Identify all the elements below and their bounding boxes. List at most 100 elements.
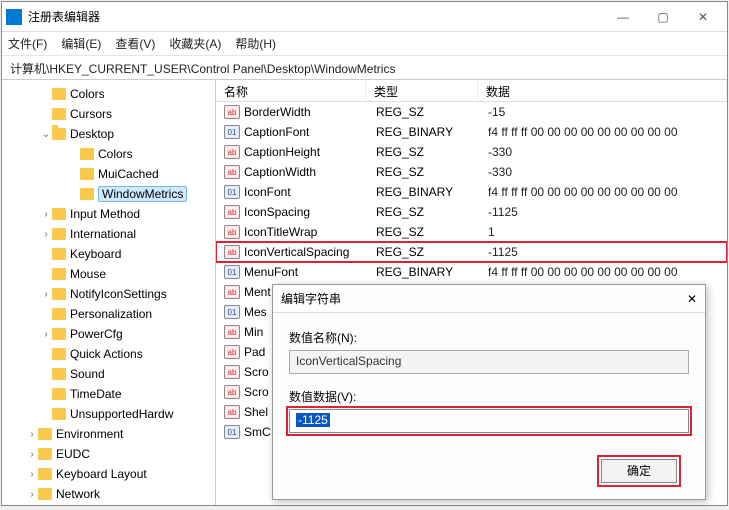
tree-item[interactable]: › Keyboard Layout: [2, 464, 215, 484]
expand-icon[interactable]: ›: [40, 229, 52, 240]
value-name-field: IconVerticalSpacing: [289, 350, 689, 374]
menu-item[interactable]: 编辑(E): [61, 35, 101, 52]
expand-icon[interactable]: ›: [40, 209, 52, 220]
value-row[interactable]: abIconTitleWrapREG_SZ1: [216, 222, 727, 242]
value-data: 1: [488, 225, 727, 239]
tree-label: Colors: [70, 87, 105, 101]
window-title: 注册表编辑器: [28, 8, 603, 25]
address-bar[interactable]: 计算机\HKEY_CURRENT_USER\Control Panel\Desk…: [2, 56, 727, 80]
tree-item[interactable]: Quick Actions: [2, 344, 215, 364]
expand-icon[interactable]: ›: [26, 429, 38, 440]
expand-icon[interactable]: ›: [40, 289, 52, 300]
expand-icon[interactable]: ›: [26, 489, 38, 500]
binary-icon: 01: [224, 185, 240, 199]
tree-item[interactable]: ›Input Method: [2, 204, 215, 224]
tree-item[interactable]: Mouse: [2, 264, 215, 284]
expand-icon[interactable]: ›: [26, 469, 38, 480]
tree-item[interactable]: Colors: [2, 84, 215, 104]
tree-item[interactable]: Personalization: [2, 304, 215, 324]
value-data: f4 ff ff ff 00 00 00 00 00 00 00 00 00: [488, 265, 727, 279]
col-data[interactable]: 数据: [478, 80, 727, 101]
value-row[interactable]: abBorderWidthREG_SZ-15: [216, 102, 727, 122]
col-name[interactable]: 名称: [216, 80, 366, 101]
dialog-close-icon[interactable]: ✕: [687, 292, 697, 306]
tree-item[interactable]: ›Environment: [2, 424, 215, 444]
value-data: -330: [488, 165, 727, 179]
folder-icon: [38, 448, 52, 460]
tree-item[interactable]: › International: [2, 224, 215, 244]
tree-item[interactable]: ›Network: [2, 484, 215, 504]
folder-icon: [52, 108, 66, 120]
col-type[interactable]: 类型: [366, 80, 478, 101]
value-type: REG_SZ: [376, 225, 488, 239]
tree-item[interactable]: UnsupportedHardw: [2, 404, 215, 424]
value-name: IconVerticalSpacing: [244, 245, 376, 259]
tree-label: TimeDate: [70, 387, 122, 401]
value-name: CaptionHeight: [244, 145, 376, 159]
value-row[interactable]: 01IconFontREG_BINARYf4 ff ff ff 00 00 00…: [216, 182, 727, 202]
value-data-label: 数值数据(V):: [289, 388, 689, 405]
tree-label: Keyboard Layout: [56, 467, 147, 481]
folder-icon: [52, 348, 66, 360]
tree-item[interactable]: WindowMetrics: [2, 184, 215, 204]
tree-label: EUDC: [56, 447, 90, 461]
value-name: CaptionFont: [244, 125, 376, 139]
menu-item[interactable]: 帮助(H): [235, 35, 276, 52]
value-data: -15: [488, 105, 727, 119]
value-type: REG_BINARY: [376, 125, 488, 139]
tree-label: Personalization: [70, 307, 152, 321]
value-type: REG_SZ: [376, 105, 488, 119]
value-type: REG_SZ: [376, 165, 488, 179]
tree-label: NotifyIconSettings: [70, 287, 167, 301]
tree-item[interactable]: Colors: [2, 144, 215, 164]
value-row[interactable]: abIconSpacingREG_SZ-1125: [216, 202, 727, 222]
expand-icon[interactable]: ›: [26, 449, 38, 460]
maximize-button[interactable]: ▢: [643, 3, 683, 31]
folder-icon: [52, 288, 66, 300]
value-data-input[interactable]: -1125: [289, 409, 689, 433]
tree-label: International: [70, 227, 136, 241]
tree-label: Cursors: [70, 107, 112, 121]
value-data: f4 ff ff ff 00 00 00 00 00 00 00 00 00: [488, 125, 727, 139]
tree-item[interactable]: › EUDC: [2, 444, 215, 464]
menu-item[interactable]: 文件(F): [8, 35, 47, 52]
value-row[interactable]: 01 CaptionFontREG_BINARYf4 ff ff ff 00 00…: [216, 122, 727, 142]
tree-label: MuiCached: [98, 167, 159, 181]
app-icon: [6, 9, 22, 25]
folder-icon: [80, 148, 94, 160]
tree-panel[interactable]: Colors Cursors ⌄Desktop Colors MuiCached Wind…: [2, 80, 216, 505]
string-icon: ab: [224, 365, 240, 379]
ok-button[interactable]: 确定: [601, 459, 677, 483]
string-icon: ab: [224, 385, 240, 399]
value-type: REG_SZ: [376, 245, 488, 259]
binary-icon: 01: [224, 125, 240, 139]
menu-item[interactable]: 收藏夹(A): [169, 35, 221, 52]
value-type: REG_BINARY: [376, 265, 488, 279]
close-button[interactable]: ✕: [683, 3, 723, 31]
minimize-button[interactable]: —: [603, 3, 643, 31]
tree-item[interactable]: ⌄Desktop: [2, 124, 215, 144]
list-header: 名称 类型 数据: [216, 80, 727, 102]
tree-label: Colors: [98, 147, 133, 161]
value-row[interactable]: 01MenuFontREG_BINARYf4 ff ff ff 00 00 00…: [216, 262, 727, 282]
menubar: 文件(F) 编辑(E) 查看(V) 收藏夹(A) 帮助(H): [2, 32, 727, 56]
tree-item[interactable]: MuiCached: [2, 164, 215, 184]
folder-icon: [38, 428, 52, 440]
value-row[interactable]: abCaptionWidthREG_SZ-330: [216, 162, 727, 182]
value-row[interactable]: abIconVerticalSpacingREG_SZ-1125: [216, 242, 727, 262]
tree-item[interactable]: Sound: [2, 364, 215, 384]
string-icon: ab: [224, 345, 240, 359]
edit-string-dialog: 编辑字符串 ✕ 数值名称(N): IconVerticalSpacing 数值数…: [272, 284, 706, 500]
menu-item[interactable]: 查看(V): [115, 35, 155, 52]
value-row[interactable]: abCaptionHeightREG_SZ-330: [216, 142, 727, 162]
tree-label: PowerCfg: [70, 327, 123, 341]
tree-item[interactable]: Cursors: [2, 104, 215, 124]
tree-item[interactable]: › NotifyIconSettings: [2, 284, 215, 304]
tree-item[interactable]: › PowerCfg: [2, 324, 215, 344]
tree-item[interactable]: Keyboard: [2, 244, 215, 264]
value-name: IconSpacing: [244, 205, 376, 219]
folder-icon: [52, 208, 66, 220]
expand-icon[interactable]: ›: [40, 329, 52, 340]
tree-item[interactable]: TimeDate: [2, 384, 215, 404]
expand-icon[interactable]: ⌄: [40, 129, 52, 140]
